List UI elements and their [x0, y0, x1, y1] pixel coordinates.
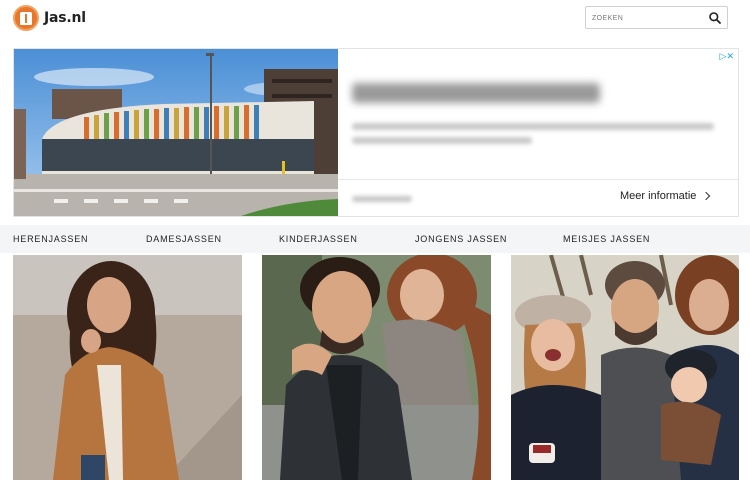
ad-domain-blurred [352, 196, 412, 202]
search-input[interactable] [592, 10, 702, 26]
photo-tile-women[interactable] [13, 255, 242, 480]
ad-headline-blurred [352, 83, 600, 103]
ad-divider [338, 179, 738, 180]
photo-tile-couple[interactable] [262, 255, 491, 480]
nav-item-jongens-jassen[interactable]: JONGENS JASSEN [415, 234, 507, 244]
ad-body-blurred [352, 123, 714, 130]
nav-item-damesjassen[interactable]: DAMESJASSEN [146, 234, 222, 244]
coat-logo-icon [13, 5, 39, 31]
ad-more-info-button[interactable]: Meer informatie [620, 190, 711, 202]
logo-text: Jas.nl [44, 10, 86, 26]
ad-cta-label: Meer informatie [620, 190, 697, 202]
ad-body-blurred [352, 137, 532, 144]
site-header: Jas.nl [0, 0, 750, 40]
photo-tile-family[interactable] [511, 255, 739, 480]
site-logo[interactable]: Jas.nl [13, 5, 86, 31]
nav-item-kinderjassen[interactable]: KINDERJASSEN [279, 234, 358, 244]
search-icon[interactable] [708, 11, 722, 25]
adchoices-icon[interactable]: ▷✕ [720, 51, 734, 62]
search-box [585, 6, 728, 29]
ad-image[interactable] [14, 49, 338, 216]
chevron-right-icon [702, 191, 711, 201]
nav-item-meisjes-jassen[interactable]: MEISJES JASSEN [563, 234, 650, 244]
category-nav: HERENJASSEN DAMESJASSEN KINDERJASSEN JON… [0, 225, 750, 253]
advertisement[interactable]: ▷✕ Meer informatie [13, 48, 739, 217]
nav-item-herenjassen[interactable]: HERENJASSEN [13, 234, 88, 244]
